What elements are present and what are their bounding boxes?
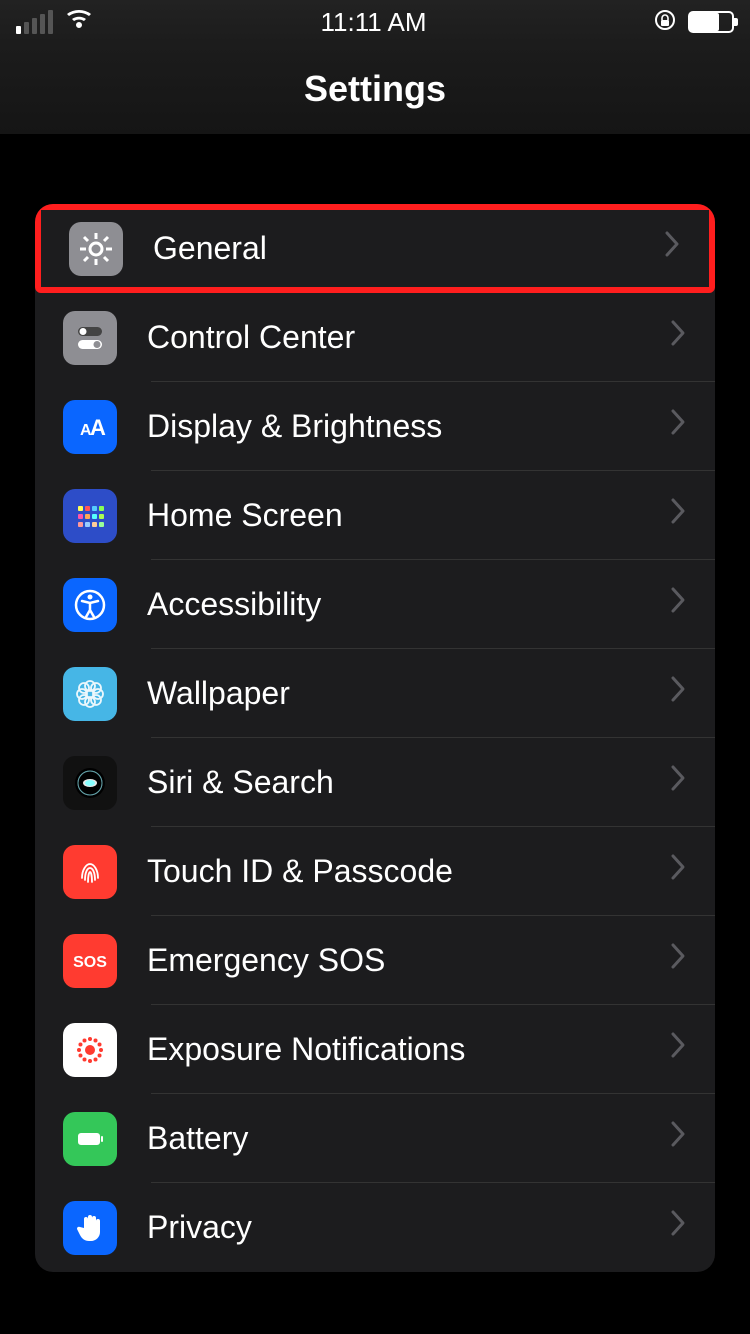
page-title: Settings xyxy=(304,68,446,110)
wifi-icon xyxy=(65,7,93,38)
settings-row-battery[interactable]: Battery xyxy=(35,1094,715,1183)
accessibility-icon xyxy=(63,578,117,632)
settings-row-touchid[interactable]: Touch ID & Passcode xyxy=(35,827,715,916)
chevron-right-icon xyxy=(669,674,687,713)
settings-row-privacy[interactable]: Privacy xyxy=(35,1183,715,1272)
toggles-icon xyxy=(63,311,117,365)
settings-row-sos[interactable]: SOS Emergency SOS xyxy=(35,916,715,1005)
settings-row-accessibility[interactable]: Accessibility xyxy=(35,560,715,649)
nav-bar: Settings xyxy=(0,44,750,134)
flower-icon xyxy=(63,667,117,721)
row-label: Exposure Notifications xyxy=(147,1031,669,1068)
row-label: Siri & Search xyxy=(147,764,669,801)
battery-status-icon xyxy=(688,11,734,33)
chevron-right-icon xyxy=(669,496,687,535)
settings-row-display[interactable]: AA Display & Brightness xyxy=(35,382,715,471)
row-label: Accessibility xyxy=(147,586,669,623)
row-label: Privacy xyxy=(147,1209,669,1246)
settings-row-control-center[interactable]: Control Center xyxy=(35,293,715,382)
settings-row-home-screen[interactable]: Home Screen xyxy=(35,471,715,560)
row-label: Display & Brightness xyxy=(147,408,669,445)
chevron-right-icon xyxy=(669,1208,687,1247)
sos-icon: SOS xyxy=(63,934,117,988)
row-label: Touch ID & Passcode xyxy=(147,853,669,890)
fingerprint-icon xyxy=(63,845,117,899)
chevron-right-icon xyxy=(669,407,687,446)
chevron-right-icon xyxy=(669,763,687,802)
settings-row-general[interactable]: General xyxy=(35,204,715,293)
gear-icon xyxy=(69,222,123,276)
exposure-icon xyxy=(63,1023,117,1077)
row-label: Battery xyxy=(147,1120,669,1157)
settings-row-exposure[interactable]: Exposure Notifications xyxy=(35,1005,715,1094)
apps-icon xyxy=(63,489,117,543)
cellular-signal-icon xyxy=(16,10,53,34)
settings-row-siri[interactable]: Siri & Search xyxy=(35,738,715,827)
siri-icon xyxy=(63,756,117,810)
status-bar: 11:11 AM xyxy=(0,0,750,44)
row-label: General xyxy=(153,230,663,267)
orientation-lock-icon xyxy=(654,7,676,38)
chevron-right-icon xyxy=(669,585,687,624)
row-label: Home Screen xyxy=(147,497,669,534)
svg-text:A: A xyxy=(90,415,106,440)
battery-icon xyxy=(63,1112,117,1166)
settings-list: General Control Center AA Display & Brightn… xyxy=(35,204,715,1272)
row-label: Emergency SOS xyxy=(147,942,669,979)
aa-icon: AA xyxy=(63,400,117,454)
svg-text:SOS: SOS xyxy=(73,954,107,971)
chevron-right-icon xyxy=(669,1030,687,1069)
hand-icon xyxy=(63,1201,117,1255)
chevron-right-icon xyxy=(669,318,687,357)
row-label: Wallpaper xyxy=(147,675,669,712)
chevron-right-icon xyxy=(669,1119,687,1158)
chevron-right-icon xyxy=(669,941,687,980)
settings-row-wallpaper[interactable]: Wallpaper xyxy=(35,649,715,738)
chevron-right-icon xyxy=(669,852,687,891)
status-time: 11:11 AM xyxy=(93,7,654,38)
row-label: Control Center xyxy=(147,319,669,356)
chevron-right-icon xyxy=(663,229,681,268)
